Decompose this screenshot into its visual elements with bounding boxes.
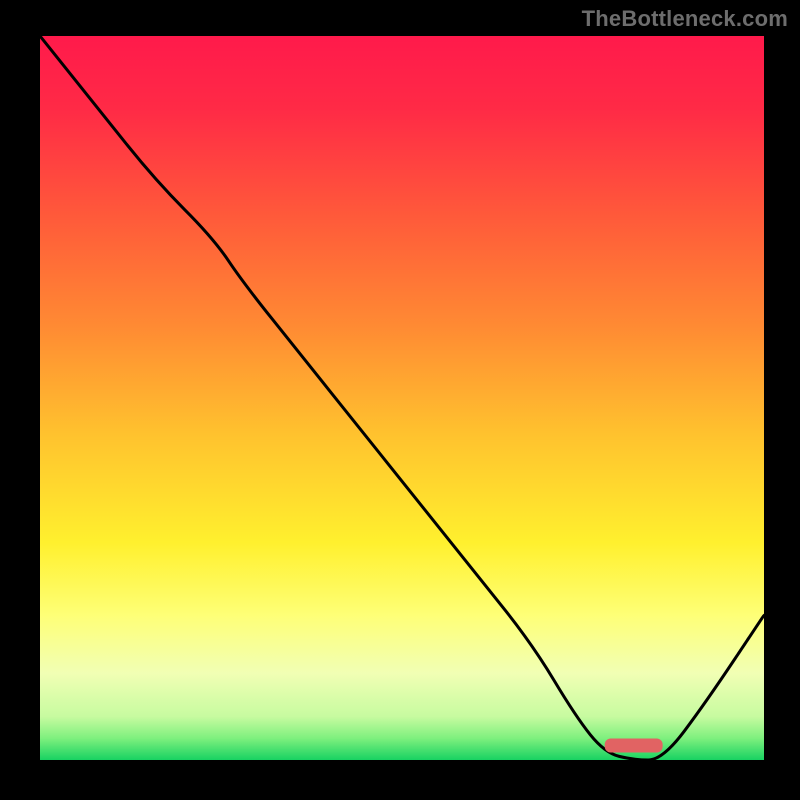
gradient-background [40,36,764,760]
watermark-label: TheBottleneck.com [582,6,788,32]
optimal-marker [605,739,663,753]
plot-svg [40,36,764,760]
chart-frame: TheBottleneck.com [0,0,800,800]
plot-area [40,36,764,760]
